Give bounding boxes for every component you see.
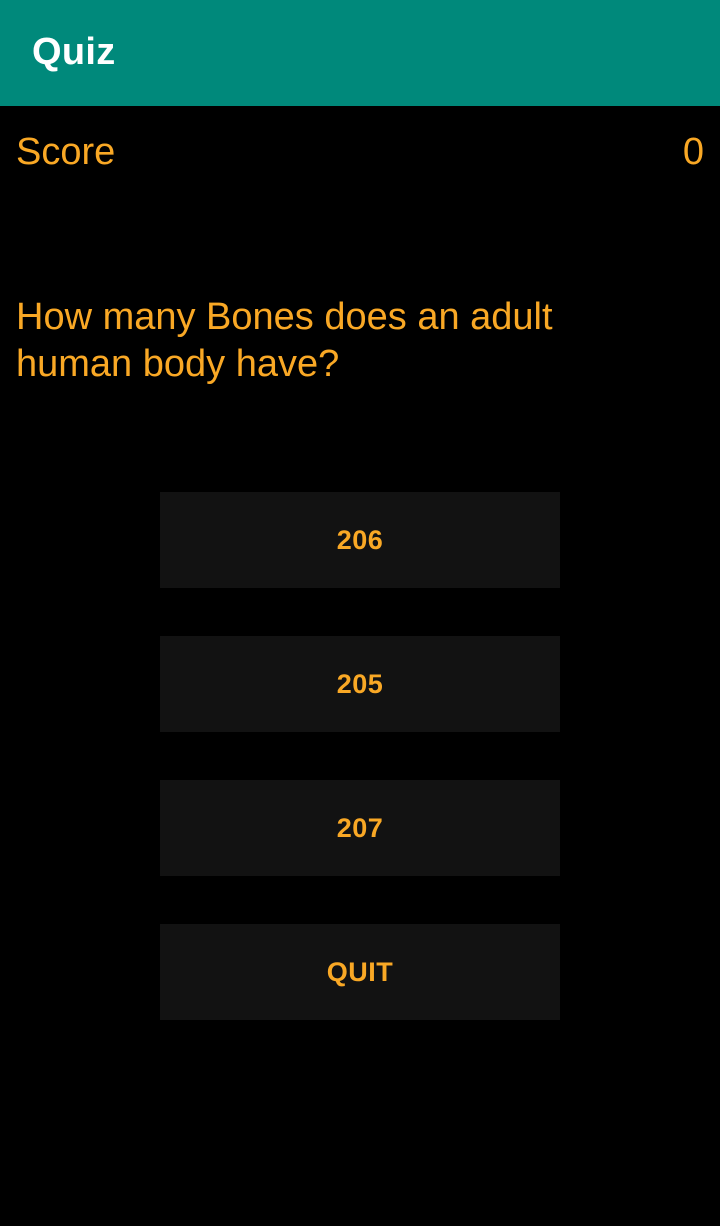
app-title: Quiz <box>32 31 116 73</box>
score-label: Score <box>16 131 116 173</box>
score-value: 0 <box>682 131 704 173</box>
answer-option-button-1[interactable]: 206 <box>160 492 560 588</box>
question-text: How many Bones does an adult human body … <box>16 296 553 385</box>
answer-option-button-3[interactable]: 207 <box>160 780 560 876</box>
app-bar: Quiz <box>0 0 720 106</box>
answer-option-button-2[interactable]: 205 <box>160 636 560 732</box>
score-row: Score 0 <box>16 128 704 176</box>
quit-button[interactable]: QUIT <box>160 924 560 1020</box>
